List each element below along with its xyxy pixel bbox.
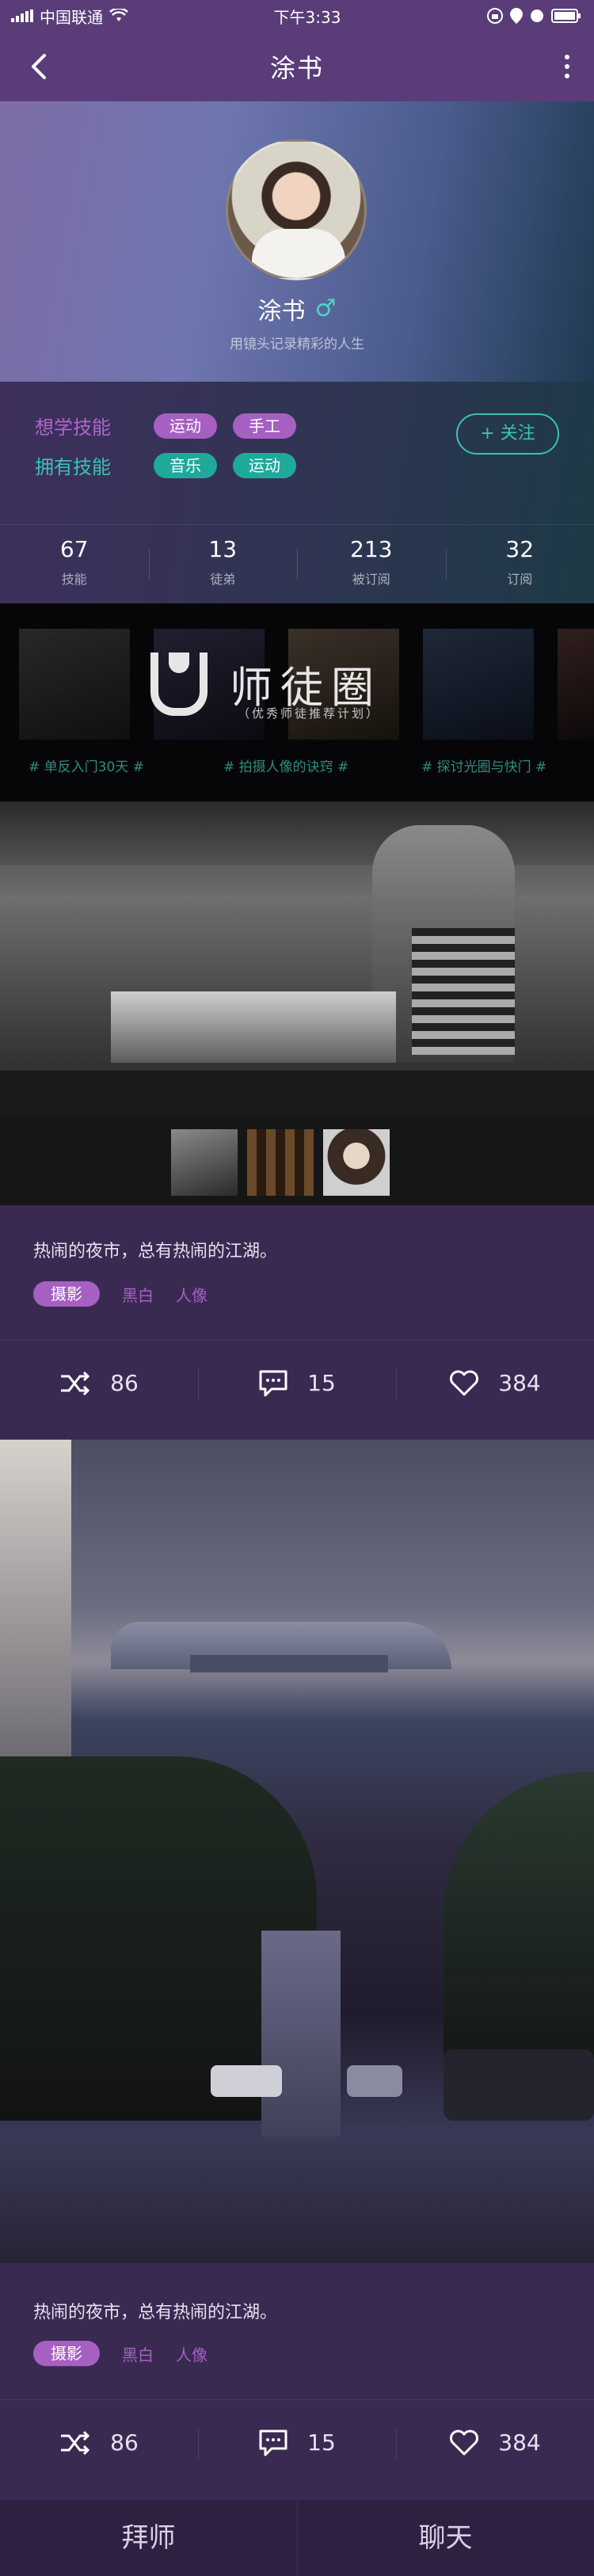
banner-caption: # 单反入门30天 #	[29, 759, 144, 775]
stat-apprentices[interactable]: 13 徒弟	[148, 525, 298, 595]
stat-value: 213	[350, 536, 393, 562]
want-skill-tag[interactable]: 手工	[233, 413, 296, 439]
want-skill-tag[interactable]: 运动	[154, 413, 217, 439]
alarm-icon	[530, 10, 543, 22]
banner-logo-subtitle: （优秀师徒推荐计划）	[238, 706, 381, 721]
stats-bar: 67 技能 13 徒弟 213 被订阅 32 订阅	[0, 524, 594, 595]
post-tag[interactable]: 黑白	[122, 2342, 154, 2365]
stat-value: 13	[208, 536, 238, 562]
like-count: 384	[498, 2430, 541, 2456]
post-category-tag[interactable]: 摄影	[33, 1281, 100, 1307]
stat-value: 32	[505, 536, 535, 562]
post-text: 热闹的夜市，总有热闹的江湖。	[33, 1242, 278, 1261]
comment-count: 15	[307, 2430, 336, 2456]
post-actions: 86 15 384	[0, 2399, 594, 2485]
male-icon: ♂	[314, 295, 337, 322]
chat-button[interactable]: 聊天	[297, 2500, 594, 2576]
shuffle-count: 86	[110, 1370, 139, 1396]
shuffle-icon	[61, 1371, 90, 1395]
like-button[interactable]: 384	[396, 2400, 594, 2485]
thumbnail[interactable]	[247, 1129, 314, 1196]
signal-icon	[11, 10, 33, 22]
lock-rotation-icon	[486, 8, 503, 24]
wifi-icon	[109, 9, 128, 21]
page-title: 涂书	[269, 53, 324, 83]
comment-icon	[259, 1370, 287, 1396]
stat-label: 被订阅	[352, 572, 390, 587]
post-category-tag[interactable]: 摄影	[33, 2341, 100, 2366]
back-icon[interactable]	[22, 49, 57, 84]
post-tag[interactable]: 黑白	[122, 1283, 154, 1306]
post-tag[interactable]: 人像	[176, 2342, 208, 2365]
post-tags: 摄影 黑白 人像	[33, 1281, 208, 1307]
nav-bar: 涂书	[0, 32, 594, 101]
thumbnail-strip	[0, 1118, 594, 1205]
banner-caption: # 拍摄人像的诀窍 #	[223, 759, 349, 775]
battery-icon	[550, 9, 581, 23]
have-skills-label: 拥有技能	[35, 456, 111, 478]
stat-subscriptions[interactable]: 32 订阅	[445, 525, 594, 595]
avatar[interactable]	[226, 139, 367, 280]
post-tag[interactable]: 人像	[176, 1283, 208, 1306]
shuffle-icon	[61, 2430, 90, 2455]
post-photo[interactable]	[0, 1440, 594, 2263]
comment-button[interactable]: 15	[198, 2400, 396, 2485]
bottom-action-bar: 拜师 聊天	[0, 2500, 594, 2576]
shuffle-button[interactable]: 86	[0, 2400, 198, 2485]
shuffle-count: 86	[110, 2430, 139, 2456]
promo-banner[interactable]: 师徒圈 （优秀师徒推荐计划） # 单反入门30天 # # 拍摄人像的诀窍 # #…	[0, 603, 594, 801]
thumbnail[interactable]	[323, 1129, 390, 1196]
stat-label: 徒弟	[210, 572, 236, 587]
comment-icon	[259, 2430, 287, 2456]
heart-icon	[450, 1370, 479, 1395]
location-icon	[509, 8, 523, 24]
have-skill-tag[interactable]: 音乐	[154, 452, 217, 478]
stat-label: 订阅	[507, 572, 533, 587]
like-count: 384	[498, 1370, 541, 1396]
banner-caption: # 探讨光圈与快门 #	[421, 759, 547, 775]
shuffle-button[interactable]: 86	[0, 1341, 198, 1425]
stat-subscribed-by[interactable]: 213 被订阅	[297, 525, 446, 595]
apprentice-button[interactable]: 拜师	[0, 2500, 297, 2576]
comment-button[interactable]: 15	[198, 1341, 396, 1425]
post-photo[interactable]	[0, 801, 594, 1124]
more-icon[interactable]	[559, 49, 575, 84]
profile-motto: 用镜头记录精彩的人生	[230, 337, 364, 352]
post-actions: 86 15 384	[0, 1340, 594, 1425]
have-skill-tag[interactable]: 运动	[233, 452, 296, 478]
stat-skills[interactable]: 67 技能	[0, 525, 149, 595]
clock: 下午3:33	[273, 7, 341, 27]
stat-value: 67	[59, 536, 89, 562]
want-skills-label: 想学技能	[35, 417, 111, 439]
like-button[interactable]: 384	[396, 1341, 594, 1425]
post-tags: 摄影 黑白 人像	[33, 2341, 208, 2366]
skills-section: 想学技能 运动 手工 拥有技能 音乐 运动 + 关注 67 技能 13 徒弟 2…	[0, 382, 594, 603]
comment-count: 15	[307, 1370, 336, 1396]
profile-header: 涂书 ♂ 用镜头记录精彩的人生	[0, 101, 594, 382]
stat-label: 技能	[61, 572, 87, 587]
thumbnail[interactable]	[171, 1129, 238, 1196]
profile-name: 涂书	[257, 298, 306, 325]
status-bar: 中国联通 下午3:33	[0, 0, 594, 32]
heart-icon	[450, 2430, 479, 2455]
post-text: 热闹的夜市，总有热闹的江湖。	[33, 2303, 278, 2323]
carrier-label: 中国联通	[40, 7, 103, 27]
follow-button[interactable]: + 关注	[456, 413, 559, 455]
